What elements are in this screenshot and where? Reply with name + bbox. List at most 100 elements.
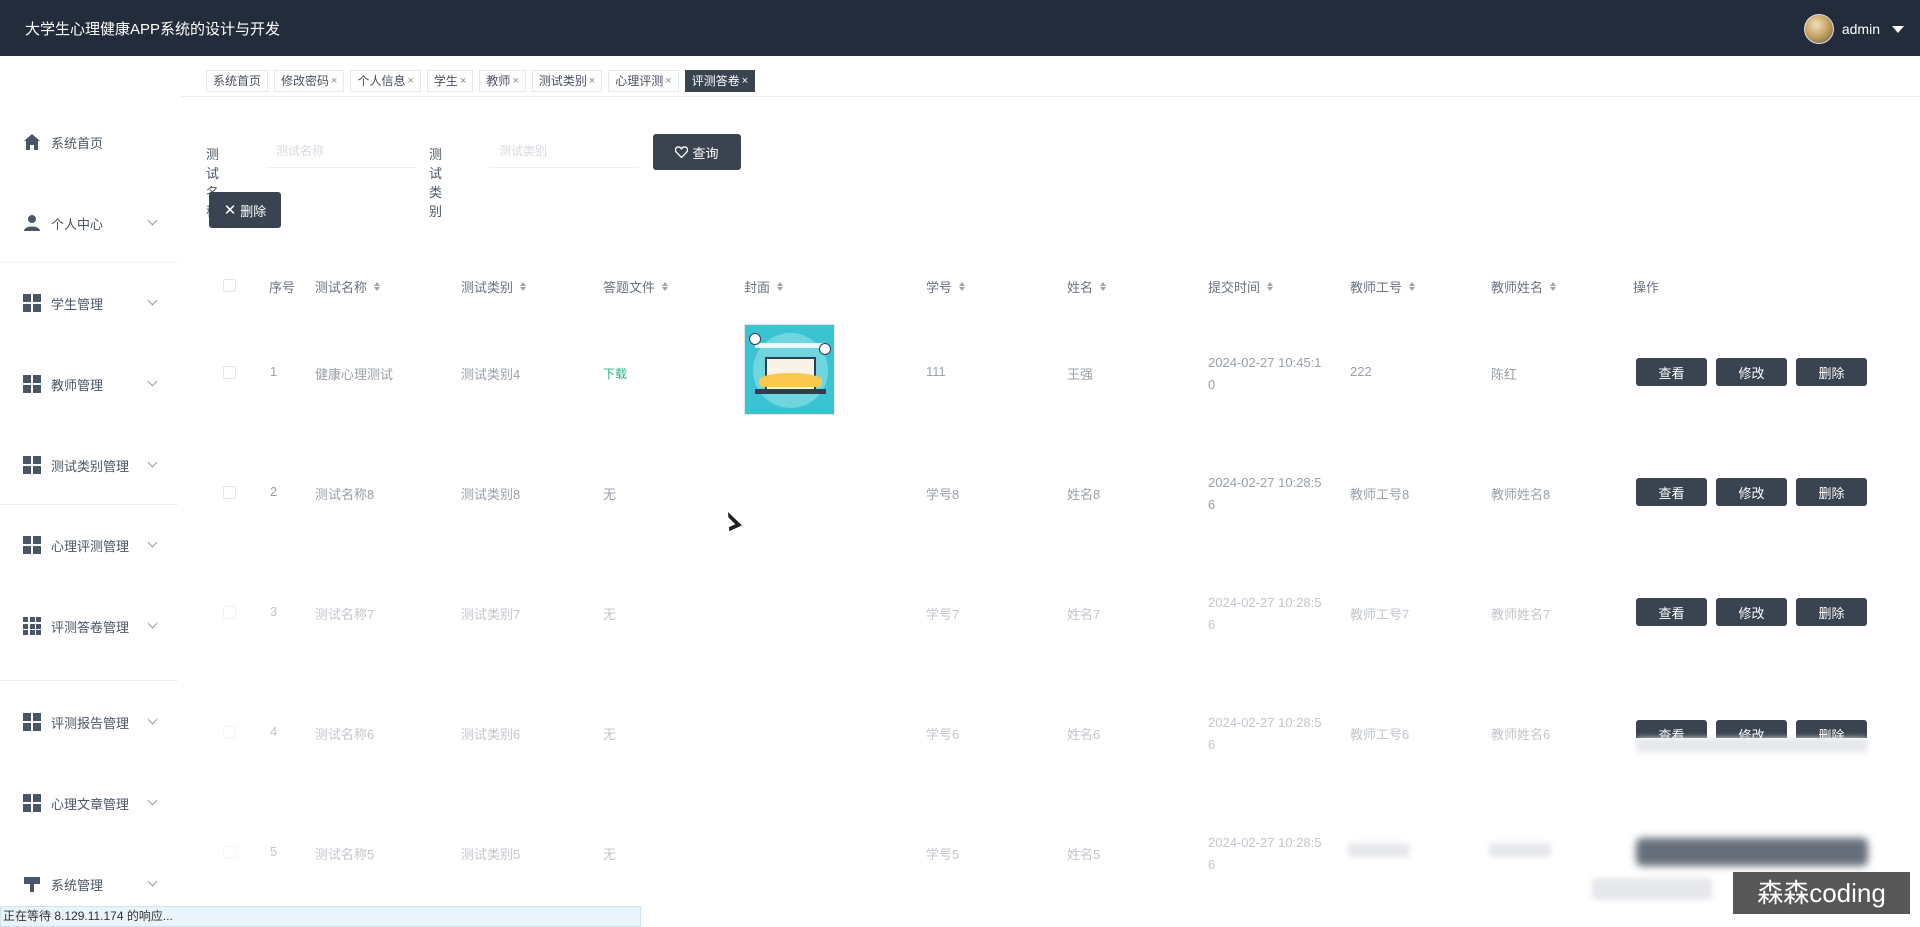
sort-icon[interactable]: [1267, 282, 1274, 291]
cell-name: 姓名5: [1067, 847, 1101, 862]
sidebar-item-student-mgmt[interactable]: 学生管理: [0, 283, 178, 323]
tab-answer-sheet[interactable]: 评测答卷 ×: [684, 70, 756, 92]
tab-student[interactable]: 学生 ×: [426, 70, 474, 92]
tab-label: 测试类别: [538, 74, 587, 88]
sort-icon[interactable]: [662, 282, 669, 291]
cell-student-id: 111: [926, 364, 946, 379]
row-checkbox[interactable]: [223, 486, 236, 499]
cell-answer-file: 无: [603, 487, 617, 502]
row-actions: 查看 修改 删除: [1636, 358, 1867, 386]
cover-image[interactable]: [744, 324, 835, 415]
column-header[interactable]: 测试名称: [315, 277, 381, 296]
cell-student-id: 学号6: [926, 727, 960, 742]
sidebar-item-test-type-mgmt[interactable]: 测试类别管理: [0, 445, 178, 485]
cell-test-type: 测试类别7: [461, 607, 521, 622]
loading-blur: [1489, 843, 1551, 857]
view-button[interactable]: 查看: [1636, 598, 1707, 626]
column-header[interactable]: 教师姓名: [1491, 277, 1557, 296]
test-type-input[interactable]: [489, 134, 639, 168]
delete-button[interactable]: 删除: [1796, 358, 1867, 386]
home-icon: [24, 134, 40, 150]
sort-icon[interactable]: [1100, 282, 1107, 291]
grid-icon: [23, 375, 41, 393]
close-icon[interactable]: ×: [589, 71, 595, 91]
tab-profile[interactable]: 个人信息 ×: [350, 70, 421, 92]
sort-icon[interactable]: [1550, 282, 1557, 291]
tab-home[interactable]: 系统首页: [206, 70, 269, 92]
sidebar-item-label: 评测报告管理: [51, 715, 130, 731]
sidebar-item-home[interactable]: 系统首页: [0, 122, 178, 162]
batch-delete-button[interactable]: ✕ 删除: [209, 192, 281, 228]
delete-button[interactable]: 删除: [1796, 478, 1867, 506]
edit-button[interactable]: 修改: [1716, 478, 1787, 506]
header-label: 答题文件: [603, 280, 656, 295]
tab-label: 个人信息: [357, 74, 406, 88]
close-icon[interactable]: ×: [742, 71, 748, 91]
grid-icon: [23, 294, 41, 312]
close-icon[interactable]: ×: [331, 71, 337, 91]
delete-button[interactable]: 删除: [1796, 598, 1867, 626]
sidebar-item-teacher-mgmt[interactable]: 教师管理: [0, 364, 178, 404]
close-icon[interactable]: ×: [407, 71, 413, 91]
sidebar-item-personal-center[interactable]: 个人中心: [0, 203, 178, 243]
tab-label: 心理评测: [615, 74, 664, 88]
row-checkbox[interactable]: [223, 846, 236, 859]
loading-blur: [1636, 838, 1868, 866]
tab-test-type[interactable]: 测试类别 ×: [531, 70, 603, 92]
tab-bar: 系统首页 修改密码 × 个人信息 × 学生 × 教师 × 测试类别 × 心理评测 × 评测答…: [206, 70, 756, 92]
sidebar-item-report-mgmt[interactable]: 评测报告管理: [0, 702, 178, 742]
sidebar-item-assessment-mgmt[interactable]: 心理评测管理: [0, 525, 178, 565]
download-link[interactable]: 下载: [603, 365, 627, 382]
sort-icon[interactable]: [959, 282, 966, 291]
delete-button[interactable]: 删除: [1796, 720, 1867, 738]
edit-button[interactable]: 修改: [1716, 598, 1787, 626]
tab-label: 评测答卷: [691, 74, 740, 88]
sort-icon[interactable]: [777, 282, 784, 291]
divider: [0, 262, 178, 263]
select-all-checkbox[interactable]: [223, 279, 236, 292]
view-button[interactable]: 查看: [1636, 478, 1707, 506]
column-header[interactable]: 封面: [744, 277, 784, 296]
row-checkbox[interactable]: [223, 366, 236, 379]
column-header[interactable]: 提交时间: [1208, 277, 1274, 296]
sort-icon[interactable]: [520, 282, 527, 291]
browser-status-bar: 正在等待 8.129.11.174 的响应...: [0, 906, 641, 927]
query-button[interactable]: 查询: [653, 134, 741, 170]
view-button[interactable]: 查看: [1636, 358, 1707, 386]
sort-icon[interactable]: [374, 282, 381, 291]
caret-down-icon[interactable]: [1892, 25, 1904, 33]
sidebar-item-system-mgmt[interactable]: 系统管理: [0, 864, 178, 904]
tab-change-password[interactable]: 修改密码 ×: [274, 70, 345, 92]
edit-button[interactable]: 修改: [1716, 358, 1787, 386]
cell-name: 姓名7: [1067, 607, 1101, 622]
header-label: 操作: [1633, 280, 1660, 295]
sort-icon[interactable]: [1409, 282, 1416, 291]
view-button[interactable]: 查看: [1636, 720, 1707, 738]
row-checkbox[interactable]: [223, 606, 236, 619]
close-icon[interactable]: ×: [460, 71, 466, 91]
heart-icon: [675, 146, 689, 158]
avatar[interactable]: [1803, 14, 1834, 44]
column-header[interactable]: 学号: [926, 277, 966, 296]
sidebar-item-label: 系统管理: [51, 877, 104, 893]
column-header[interactable]: 教师工号: [1350, 277, 1416, 296]
close-icon[interactable]: ×: [665, 71, 671, 91]
brush-icon: [24, 877, 40, 892]
column-header[interactable]: 答题文件: [603, 277, 669, 296]
close-icon: ✕: [223, 202, 237, 219]
app-title: 大学生心理健康APP系统的设计与开发: [25, 20, 281, 38]
edit-button[interactable]: 修改: [1716, 720, 1787, 738]
top-header: 大学生心理健康APP系统的设计与开发 admin: [0, 0, 1920, 56]
sidebar-item-article-mgmt[interactable]: 心理文章管理: [0, 783, 178, 823]
column-header[interactable]: 测试类别: [461, 277, 527, 296]
user-menu[interactable]: admin: [1803, 14, 1904, 44]
tab-teacher[interactable]: 教师 ×: [479, 70, 526, 92]
tab-assessment[interactable]: 心理评测 ×: [608, 70, 679, 92]
user-name[interactable]: admin: [1842, 21, 1880, 37]
column-header[interactable]: 姓名: [1067, 277, 1107, 296]
grid-icon: [23, 536, 41, 554]
close-icon[interactable]: ×: [512, 71, 518, 91]
test-name-input[interactable]: [266, 134, 416, 168]
row-checkbox[interactable]: [223, 726, 236, 739]
sidebar-item-answer-sheet-mgmt[interactable]: 评测答卷管理: [0, 606, 178, 646]
